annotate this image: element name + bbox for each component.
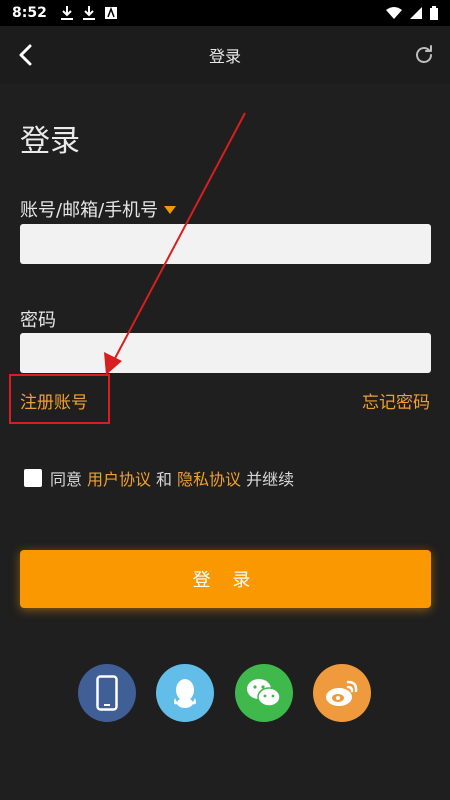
weibo-login-button[interactable] <box>313 664 371 722</box>
download-icon <box>60 6 73 20</box>
agreement-row: 同意 用户协议 和 隐私协议 并继续 <box>24 466 294 490</box>
qq-icon <box>174 679 196 708</box>
status-bar: 8:52 <box>0 0 450 26</box>
refresh-icon[interactable] <box>412 43 436 67</box>
forgot-password-link[interactable]: 忘记密码 <box>362 388 430 413</box>
dropdown-caret-icon[interactable] <box>164 206 177 214</box>
account-input[interactable] <box>20 224 431 264</box>
account-selector[interactable]: 账号/邮箱/手机号 <box>20 196 177 222</box>
privacy-policy-link[interactable]: 隐私协议 <box>177 466 241 490</box>
phone-icon <box>96 675 118 711</box>
back-arrow-icon[interactable] <box>14 43 38 67</box>
qq-login-button[interactable] <box>156 664 214 722</box>
account-label: 账号/邮箱/手机号 <box>20 200 159 221</box>
signal-icon <box>410 7 422 19</box>
agree-suffix: 并继续 <box>246 470 295 489</box>
agree-and: 和 <box>156 470 173 489</box>
app-bar: 登录 <box>0 26 450 84</box>
wifi-icon <box>386 7 402 19</box>
login-button[interactable]: 登 录 <box>20 550 431 608</box>
phone-login-button[interactable] <box>78 664 136 722</box>
password-input[interactable] <box>20 333 431 373</box>
wechat-icon <box>247 679 281 707</box>
app-bar-title: 登录 <box>208 47 241 66</box>
battery-icon <box>430 6 438 20</box>
password-label: 密码 <box>20 310 56 331</box>
app-notification-icon <box>104 7 117 19</box>
status-time: 8:52 <box>12 5 47 21</box>
agree-checkbox[interactable] <box>24 469 42 487</box>
wechat-login-button[interactable] <box>235 664 293 722</box>
agree-prefix: 同意 <box>50 470 83 489</box>
page-title: 登录 <box>20 124 80 159</box>
weibo-icon <box>326 680 358 706</box>
register-link[interactable]: 注册账号 <box>20 388 88 413</box>
download-icon <box>82 6 95 20</box>
user-agreement-link[interactable]: 用户协议 <box>87 466 151 490</box>
